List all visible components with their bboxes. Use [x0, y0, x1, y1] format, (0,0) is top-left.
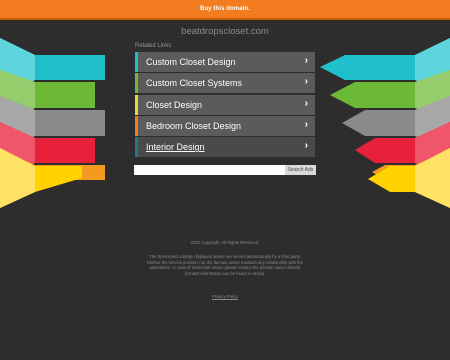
chevron-right-icon: ›	[304, 55, 308, 66]
buy-domain-link[interactable]: Buy this domain.	[200, 6, 250, 12]
search-ads-button[interactable]: Search Ads	[285, 165, 316, 175]
search-form: Search Ads	[134, 165, 316, 175]
link-accent-bar	[135, 94, 138, 115]
related-link-custom-closet-systems[interactable]: Custom Closet Systems ›	[135, 73, 315, 94]
related-link-bedroom-closet-design[interactable]: Bedroom Closet Design ›	[135, 115, 315, 136]
related-link-custom-closet-design[interactable]: Custom Closet Design ›	[135, 52, 315, 72]
chevron-right-icon: ›	[304, 118, 308, 130]
privacy-policy-link[interactable]: Privacy Policy	[0, 294, 450, 300]
chevron-right-icon: ›	[304, 97, 308, 109]
related-links-heading: Related Links	[135, 43, 172, 49]
copyright-text: 2021 Copyright. All Rights Reserved.	[190, 240, 260, 245]
related-link-interior-design[interactable]: Interior Design ›	[135, 137, 315, 158]
chevron-right-icon: ›	[304, 76, 308, 88]
related-link-label: Closet Design	[146, 99, 203, 110]
related-link-label: Bedroom Closet Design	[146, 120, 242, 131]
related-link-label: Interior Design	[146, 142, 205, 153]
link-accent-bar	[135, 115, 138, 136]
link-accent-bar	[135, 73, 138, 94]
related-link-label: Custom Closet Systems	[146, 78, 243, 89]
link-accent-bar	[135, 137, 138, 158]
search-input[interactable]	[134, 165, 285, 175]
domain-title: beatdropscloset.com	[181, 26, 269, 37]
related-links-list: Custom Closet Design › Custom Closet Sys…	[135, 52, 315, 158]
related-link-label: Custom Closet Design	[146, 57, 236, 67]
disclaimer-text: The Sponsored Listings displayed above a…	[147, 254, 303, 276]
related-link-closet-design[interactable]: Closet Design ›	[135, 94, 315, 115]
chevron-right-icon: ›	[304, 140, 308, 152]
link-accent-bar	[135, 52, 138, 72]
buy-domain-banner: Buy this domain.	[0, 0, 450, 20]
